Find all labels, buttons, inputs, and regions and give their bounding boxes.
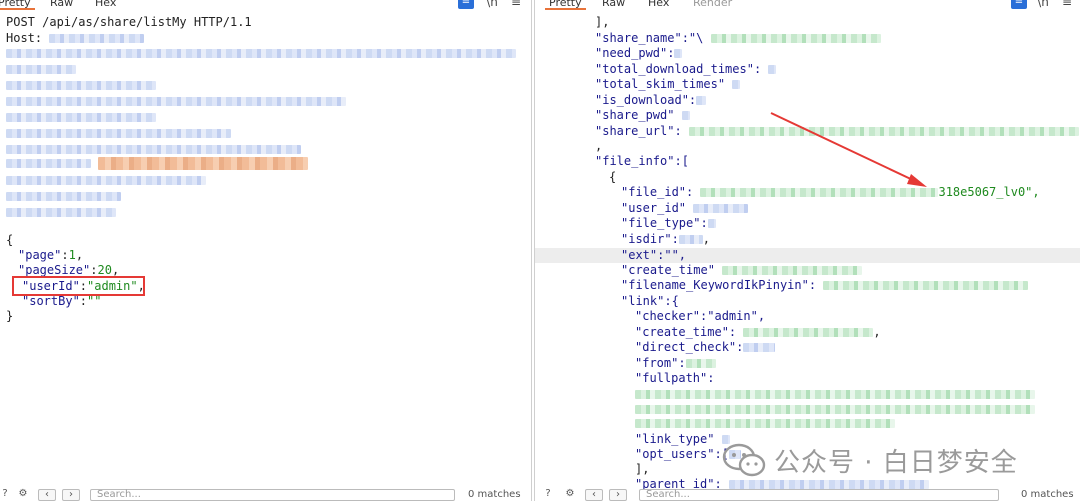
host-header: Host: — [6, 31, 145, 47]
settings-icon[interactable]: ⚙ — [561, 489, 579, 501]
request-matches-count: 0 matches — [468, 489, 521, 500]
request-line: POST /api/as/share/listMy HTTP/1.1 — [6, 15, 252, 29]
response-search-bar: ? ⚙ ‹ › Search... 0 matches — [535, 489, 1080, 501]
prev-match-icon[interactable]: ‹ — [38, 489, 56, 501]
help-icon[interactable]: ? — [0, 489, 14, 501]
json-line-ext: "ext":"", — [621, 248, 687, 262]
redacted-value — [49, 34, 145, 43]
redacted-header — [6, 110, 156, 126]
host-label: Host: — [6, 31, 43, 45]
json-line-from: "from": — [635, 356, 716, 372]
redacted-header — [6, 62, 76, 78]
json-line-isdir: "isdir":, — [621, 232, 711, 246]
json-line-checker: "checker":"admin", — [635, 309, 766, 323]
redacted-header — [6, 156, 309, 172]
response-search-input[interactable]: Search... — [639, 489, 999, 501]
request-pane: Pretty Raw Hex ≡ \n ≡ POST /api/as/share… — [0, 0, 532, 501]
json-line-user-id: "user_id" — [621, 201, 749, 217]
body-field-page: "page":1, — [18, 248, 84, 262]
redacted-header — [6, 205, 116, 221]
redacted-header — [6, 46, 516, 62]
tab-hex[interactable]: Hex — [91, 0, 120, 10]
json-line-link-create-time: "create_time": , — [635, 325, 881, 339]
redacted-value — [635, 416, 895, 432]
body-field-sortby: "sortBy":"" — [22, 294, 102, 308]
json-line-file-info: "file_info":[ — [595, 154, 689, 168]
request-search-input[interactable]: Search... — [90, 489, 455, 501]
redacted-header — [6, 94, 346, 110]
body-close-brace: } — [6, 309, 14, 323]
json-line-share-url: "share_url": — [595, 124, 1079, 140]
tab-hex[interactable]: Hex — [644, 0, 673, 10]
request-search-bar: ? ⚙ ‹ › Search... 0 matches — [0, 489, 531, 501]
wrap-lines-icon[interactable]: ≡ — [458, 0, 474, 9]
json-line-link: "link":{ — [621, 294, 679, 308]
tab-pretty[interactable]: Pretty — [545, 0, 586, 10]
json-line-fullpath: "fullpath": — [635, 371, 715, 385]
settings-icon[interactable]: ⚙ — [14, 489, 32, 501]
json-line-total-skim: "total_skim_times" — [595, 77, 741, 93]
help-icon[interactable]: ? — [539, 489, 557, 501]
json-line-create-time: "create_time" — [621, 263, 863, 279]
next-match-icon[interactable]: › — [609, 489, 627, 501]
json-line-share-pwd: "share_pwd" — [595, 108, 690, 124]
response-pane: Pretty Raw Hex Render ≡ \n ≡ ], "share_n… — [534, 0, 1080, 501]
tab-render[interactable]: Render — [689, 0, 736, 10]
response-tabbar: Pretty Raw Hex Render ≡ \n ≡ — [535, 0, 1080, 12]
redacted-value — [635, 387, 1035, 403]
watermark: 公众号 · 白日梦安全 — [722, 440, 1018, 480]
tab-raw[interactable]: Raw — [598, 0, 629, 10]
request-tabbar: Pretty Raw Hex ≡ \n ≡ — [0, 0, 531, 12]
tab-raw[interactable]: Raw — [46, 0, 77, 10]
wechat-logo-icon — [722, 443, 766, 477]
json-line-filename-keyword: "filename_KeywordIkPinyin": — [621, 278, 1029, 294]
menu-icon[interactable]: ≡ — [1059, 0, 1075, 9]
newline-icon[interactable]: \n — [484, 0, 500, 9]
json-line: ], — [635, 462, 650, 476]
json-line-file-id: "file_id": 318e5067_lv0", — [621, 185, 1040, 199]
json-line-is-download: "is_download": — [595, 93, 707, 109]
json-line-total-download: "total_download_times": — [595, 62, 777, 78]
current-line-highlight — [535, 248, 1080, 263]
newline-icon[interactable]: \n — [1035, 0, 1051, 9]
watermark-text: 公众号 · 白日梦安全 — [774, 447, 1018, 478]
redacted-header — [6, 173, 206, 189]
prev-match-icon[interactable]: ‹ — [585, 489, 603, 501]
red-highlight-box — [12, 276, 145, 296]
wrap-lines-icon[interactable]: ≡ — [1011, 0, 1027, 9]
response-matches-count: 0 matches — [1021, 489, 1074, 500]
menu-icon[interactable]: ≡ — [508, 0, 524, 9]
next-match-icon[interactable]: › — [62, 489, 80, 501]
body-open-brace: { — [6, 233, 14, 247]
json-line-link-type: "link_type" — [635, 432, 730, 448]
json-line: , — [595, 139, 603, 153]
redacted-header — [6, 78, 156, 94]
json-line-need-pwd: "need_pwd": — [595, 46, 683, 62]
json-line: ], — [595, 15, 610, 29]
json-line-share-name: "share_name":"\ — [595, 31, 881, 47]
redacted-header — [6, 189, 121, 205]
tab-pretty[interactable]: Pretty — [0, 0, 35, 10]
redacted-header — [6, 126, 231, 142]
json-line-direct-check: "direct_check": — [635, 340, 776, 356]
json-line-file-type: "file_type": — [621, 216, 716, 232]
json-line: { — [609, 170, 617, 184]
